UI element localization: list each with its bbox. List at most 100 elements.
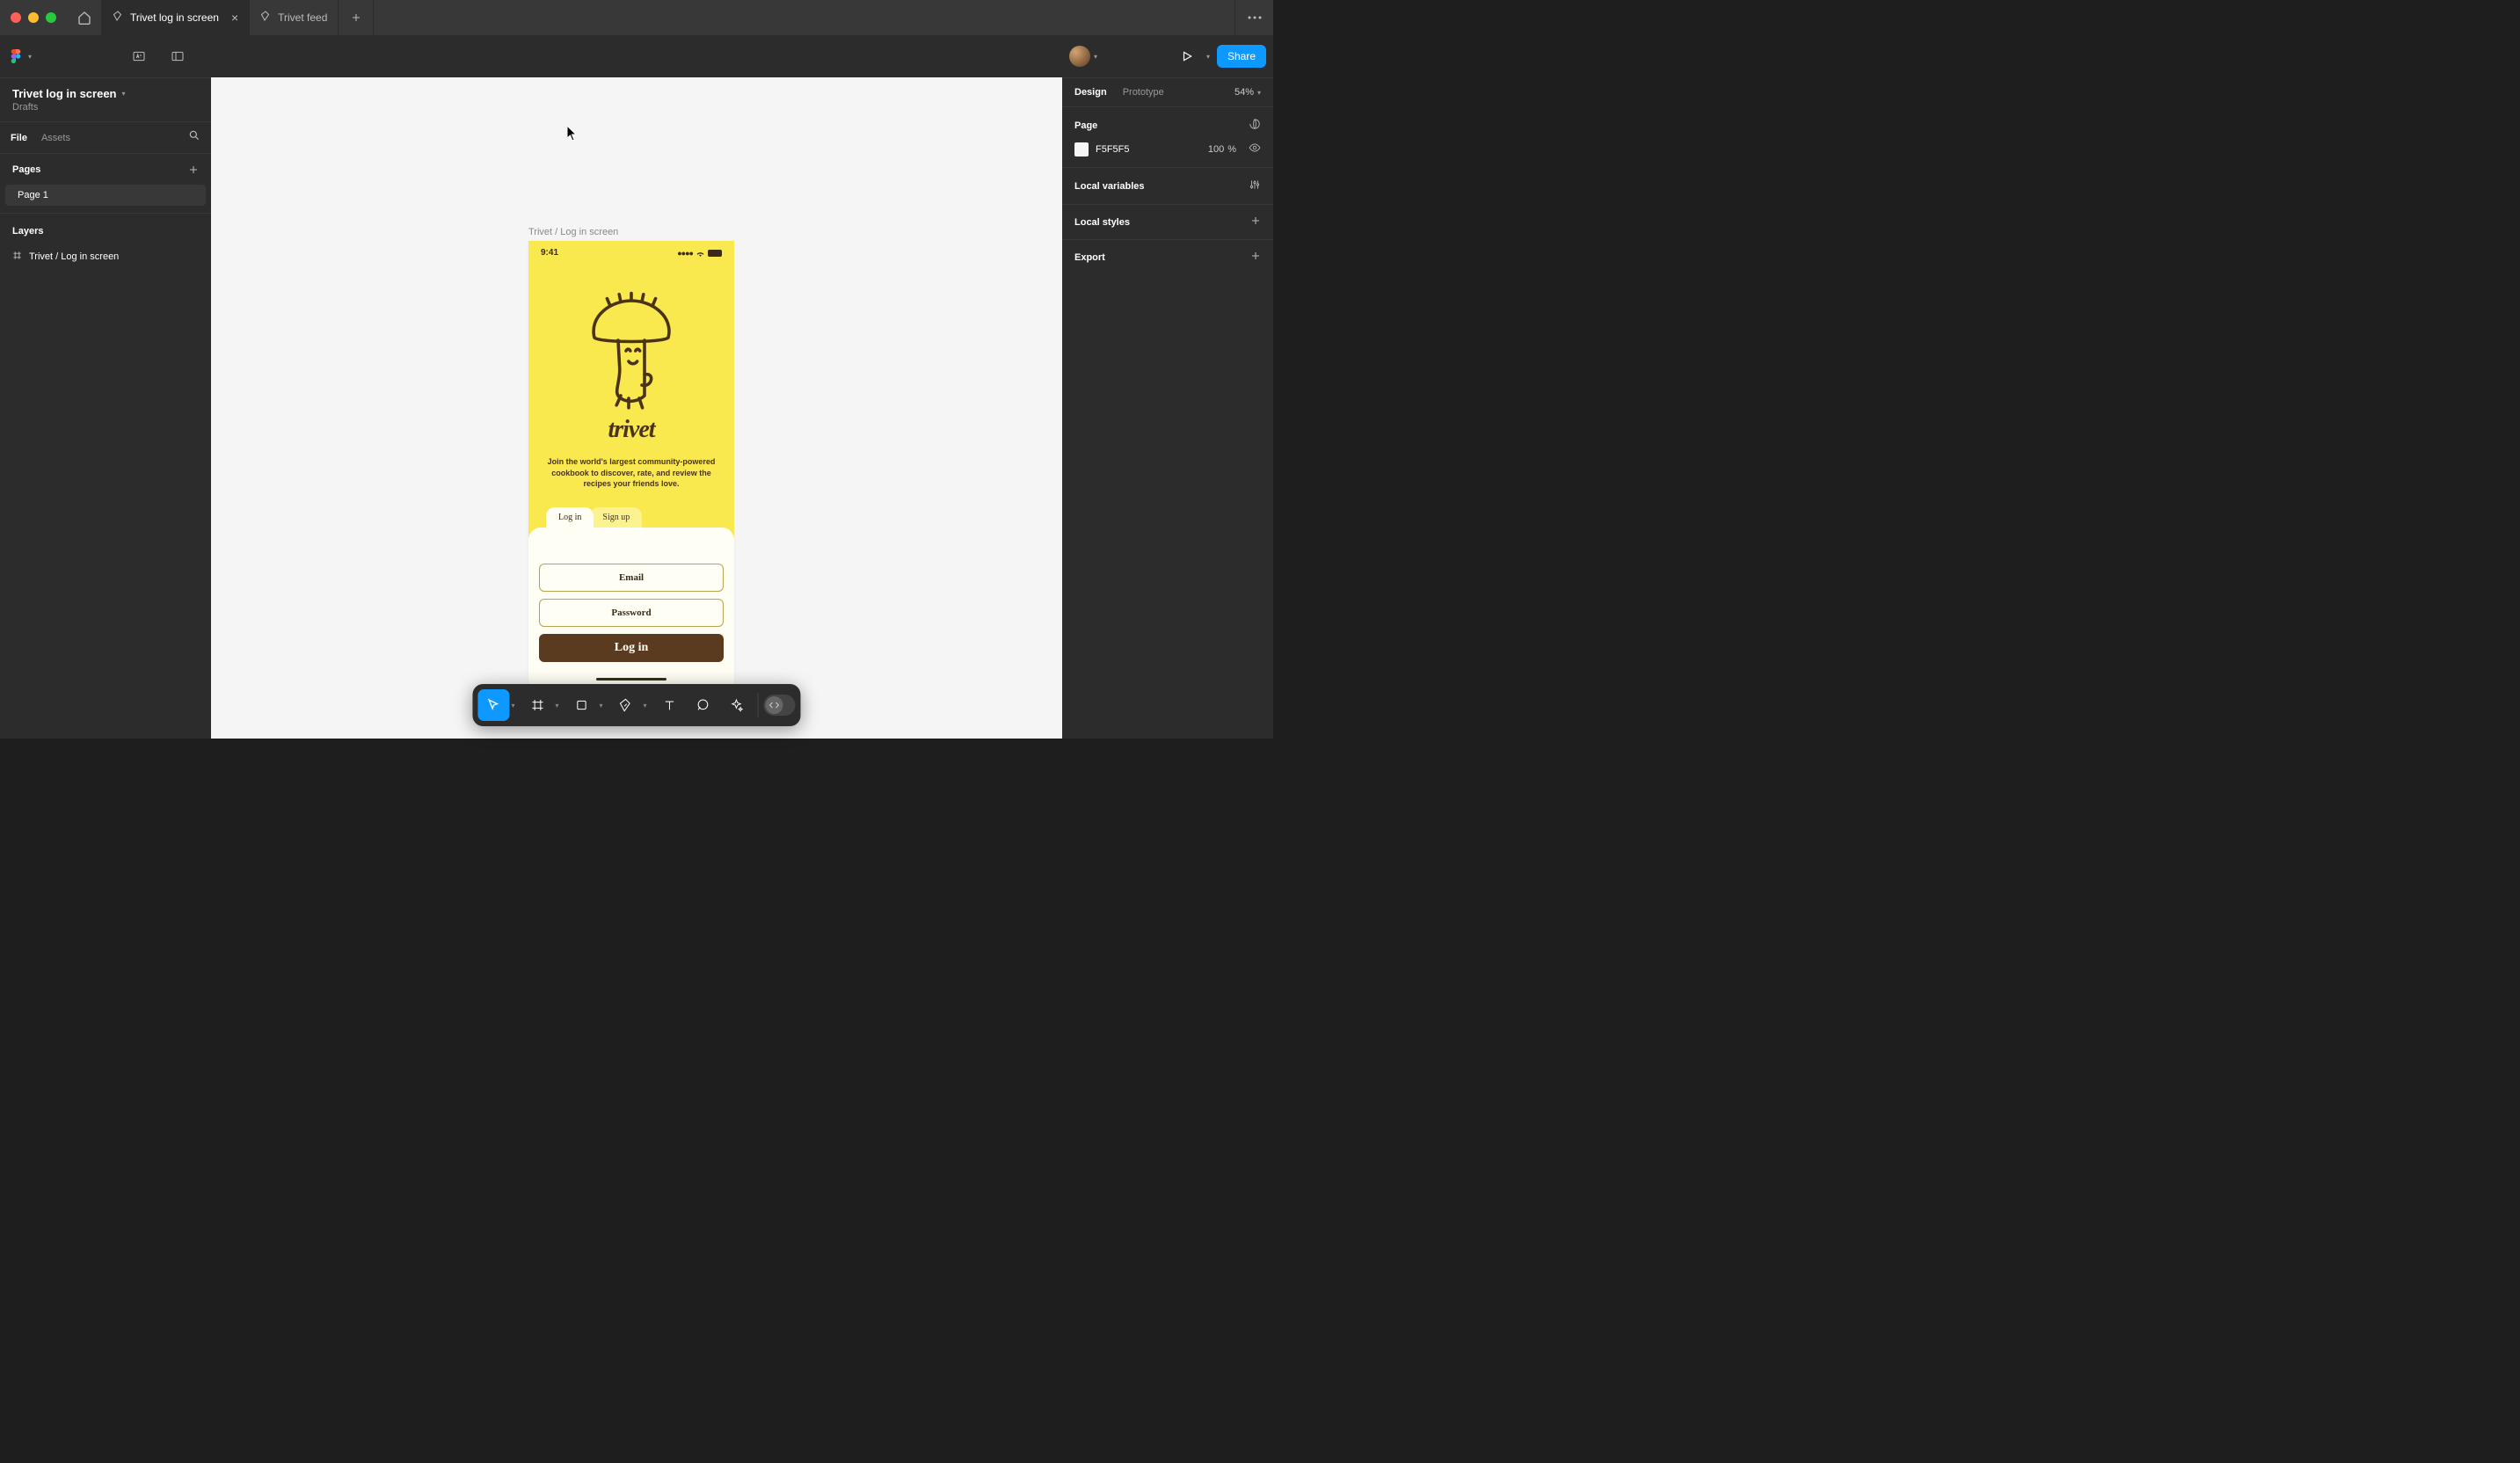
collaborators-button[interactable]: ▾ xyxy=(1069,46,1097,67)
shape-tool[interactable] xyxy=(566,689,598,721)
chevron-down-icon[interactable]: ▾ xyxy=(600,702,608,710)
close-window-button[interactable] xyxy=(11,12,21,23)
status-time: 9:41 xyxy=(541,248,558,258)
tab-signup[interactable]: Sign up xyxy=(590,507,642,528)
page-item[interactable]: Page 1 xyxy=(5,185,206,206)
canvas[interactable]: Trivet / Log in screen 9:41 ●●●● xyxy=(211,77,1062,739)
text-icon xyxy=(663,698,677,712)
comment-tool[interactable] xyxy=(688,689,719,721)
chevron-down-icon: ▾ xyxy=(1257,89,1261,97)
home-indicator xyxy=(596,678,666,681)
comment-icon xyxy=(696,698,710,712)
cursor-icon xyxy=(567,126,578,142)
main-menu-button[interactable]: ▾ xyxy=(9,49,32,63)
user-avatar xyxy=(1069,46,1090,67)
main-layout: Trivet log in screen ▾ Drafts File Asset… xyxy=(0,77,1273,739)
move-tool[interactable] xyxy=(477,689,509,721)
library-button[interactable] xyxy=(1249,118,1261,133)
plus-icon xyxy=(1250,251,1261,261)
export-label: Export xyxy=(1074,252,1105,263)
search-button[interactable] xyxy=(188,129,200,146)
window-menu-button[interactable] xyxy=(1235,0,1273,35)
home-icon xyxy=(77,11,91,25)
minimize-window-button[interactable] xyxy=(28,12,39,23)
visibility-toggle[interactable] xyxy=(1249,142,1261,156)
missing-fonts-button[interactable] xyxy=(125,42,153,70)
signal-icon: ●●●● xyxy=(677,249,693,258)
editor-header: ▾ ▾ ▾ Share xyxy=(0,35,1273,77)
phone-status-bar: 9:41 ●●●● xyxy=(528,241,734,261)
code-icon xyxy=(769,700,780,710)
zoom-control[interactable]: 54% ▾ xyxy=(1235,87,1261,98)
login-card: Log in Sign up Email Password Log in xyxy=(528,528,734,686)
close-tab-icon[interactable]: × xyxy=(231,11,238,25)
tab-prototype[interactable]: Prototype xyxy=(1123,87,1164,98)
chevron-down-icon[interactable]: ▾ xyxy=(511,702,520,710)
dev-mode-pill xyxy=(764,695,796,716)
tab-file[interactable]: File xyxy=(11,133,27,143)
share-button[interactable]: Share xyxy=(1217,45,1266,68)
local-styles-label: Local styles xyxy=(1074,217,1130,228)
rectangle-icon xyxy=(575,698,589,712)
add-style-button[interactable] xyxy=(1250,215,1261,229)
plus-icon xyxy=(1250,215,1261,226)
actions-tool[interactable] xyxy=(721,689,753,721)
file-tab-label: Trivet feed xyxy=(278,11,327,24)
form-fields: Email Password Log in xyxy=(528,548,734,669)
file-tab-active[interactable]: Trivet log in screen × xyxy=(102,0,250,35)
file-title-row[interactable]: Trivet log in screen ▾ xyxy=(0,78,211,102)
layer-item[interactable]: Trivet / Log in screen xyxy=(0,245,211,268)
local-variables-label: Local variables xyxy=(1074,181,1145,192)
logo-block: trivet Join the world's largest communit… xyxy=(528,261,734,490)
section-page: Page F5F5F5 100 % xyxy=(1062,106,1273,167)
page-color-row[interactable]: F5F5F5 100 % xyxy=(1074,142,1261,156)
layer-name: Trivet / Log in screen xyxy=(29,251,119,262)
sliders-icon xyxy=(1249,178,1261,191)
cursor-icon xyxy=(486,698,500,712)
color-hex: F5F5F5 xyxy=(1096,144,1130,155)
pen-tool[interactable] xyxy=(610,689,642,721)
frame-tool[interactable] xyxy=(521,689,553,721)
password-field[interactable]: Password xyxy=(539,599,724,627)
status-icons: ●●●● xyxy=(677,249,722,258)
present-button[interactable] xyxy=(1175,44,1199,69)
file-title: Trivet log in screen xyxy=(12,87,117,100)
right-panel-tabs: Design Prototype 54% ▾ xyxy=(1062,78,1273,106)
text-tool[interactable] xyxy=(654,689,686,721)
tab-assets[interactable]: Assets xyxy=(41,133,70,143)
layers-header: Layers xyxy=(0,213,211,245)
font-alert-icon xyxy=(132,49,146,63)
chevron-down-icon[interactable]: ▾ xyxy=(1206,53,1210,61)
right-panel: Design Prototype 54% ▾ Page F5F5F5 100 % xyxy=(1062,77,1273,739)
login-button[interactable]: Log in xyxy=(539,634,724,662)
wifi-icon xyxy=(696,250,705,257)
add-page-button[interactable] xyxy=(188,164,199,178)
traffic-lights xyxy=(0,12,67,23)
tagline-text: Join the world's largest community-power… xyxy=(528,444,734,490)
new-tab-button[interactable] xyxy=(339,0,374,35)
email-field[interactable]: Email xyxy=(539,564,724,592)
file-tab-inactive[interactable]: Trivet feed xyxy=(250,0,339,35)
file-location[interactable]: Drafts xyxy=(0,102,211,121)
mushroom-illustration xyxy=(579,289,684,412)
toggle-panels-button[interactable] xyxy=(164,42,192,70)
add-export-button[interactable] xyxy=(1250,251,1261,264)
chevron-down-icon[interactable]: ▾ xyxy=(555,702,564,710)
chevron-down-icon[interactable]: ▾ xyxy=(644,702,652,710)
maximize-window-button[interactable] xyxy=(46,12,56,23)
variables-settings-button[interactable] xyxy=(1249,178,1261,193)
tab-design[interactable]: Design xyxy=(1074,87,1107,98)
dev-mode-toggle[interactable] xyxy=(764,689,796,721)
plus-icon xyxy=(351,12,361,23)
color-swatch[interactable] xyxy=(1074,142,1089,156)
tab-login[interactable]: Log in xyxy=(546,507,594,528)
frame-label[interactable]: Trivet / Log in screen xyxy=(528,227,618,237)
dots-icon xyxy=(1248,16,1262,19)
pages-label: Pages xyxy=(12,164,40,178)
mockup-frame[interactable]: 9:41 ●●●● trivet xyxy=(528,241,734,686)
home-tab[interactable] xyxy=(67,0,102,35)
sparkle-icon xyxy=(730,698,744,712)
bottom-toolbar: ▾ ▾ ▾ ▾ xyxy=(472,684,800,726)
frame-icon xyxy=(12,251,22,263)
frame-icon xyxy=(530,698,544,712)
